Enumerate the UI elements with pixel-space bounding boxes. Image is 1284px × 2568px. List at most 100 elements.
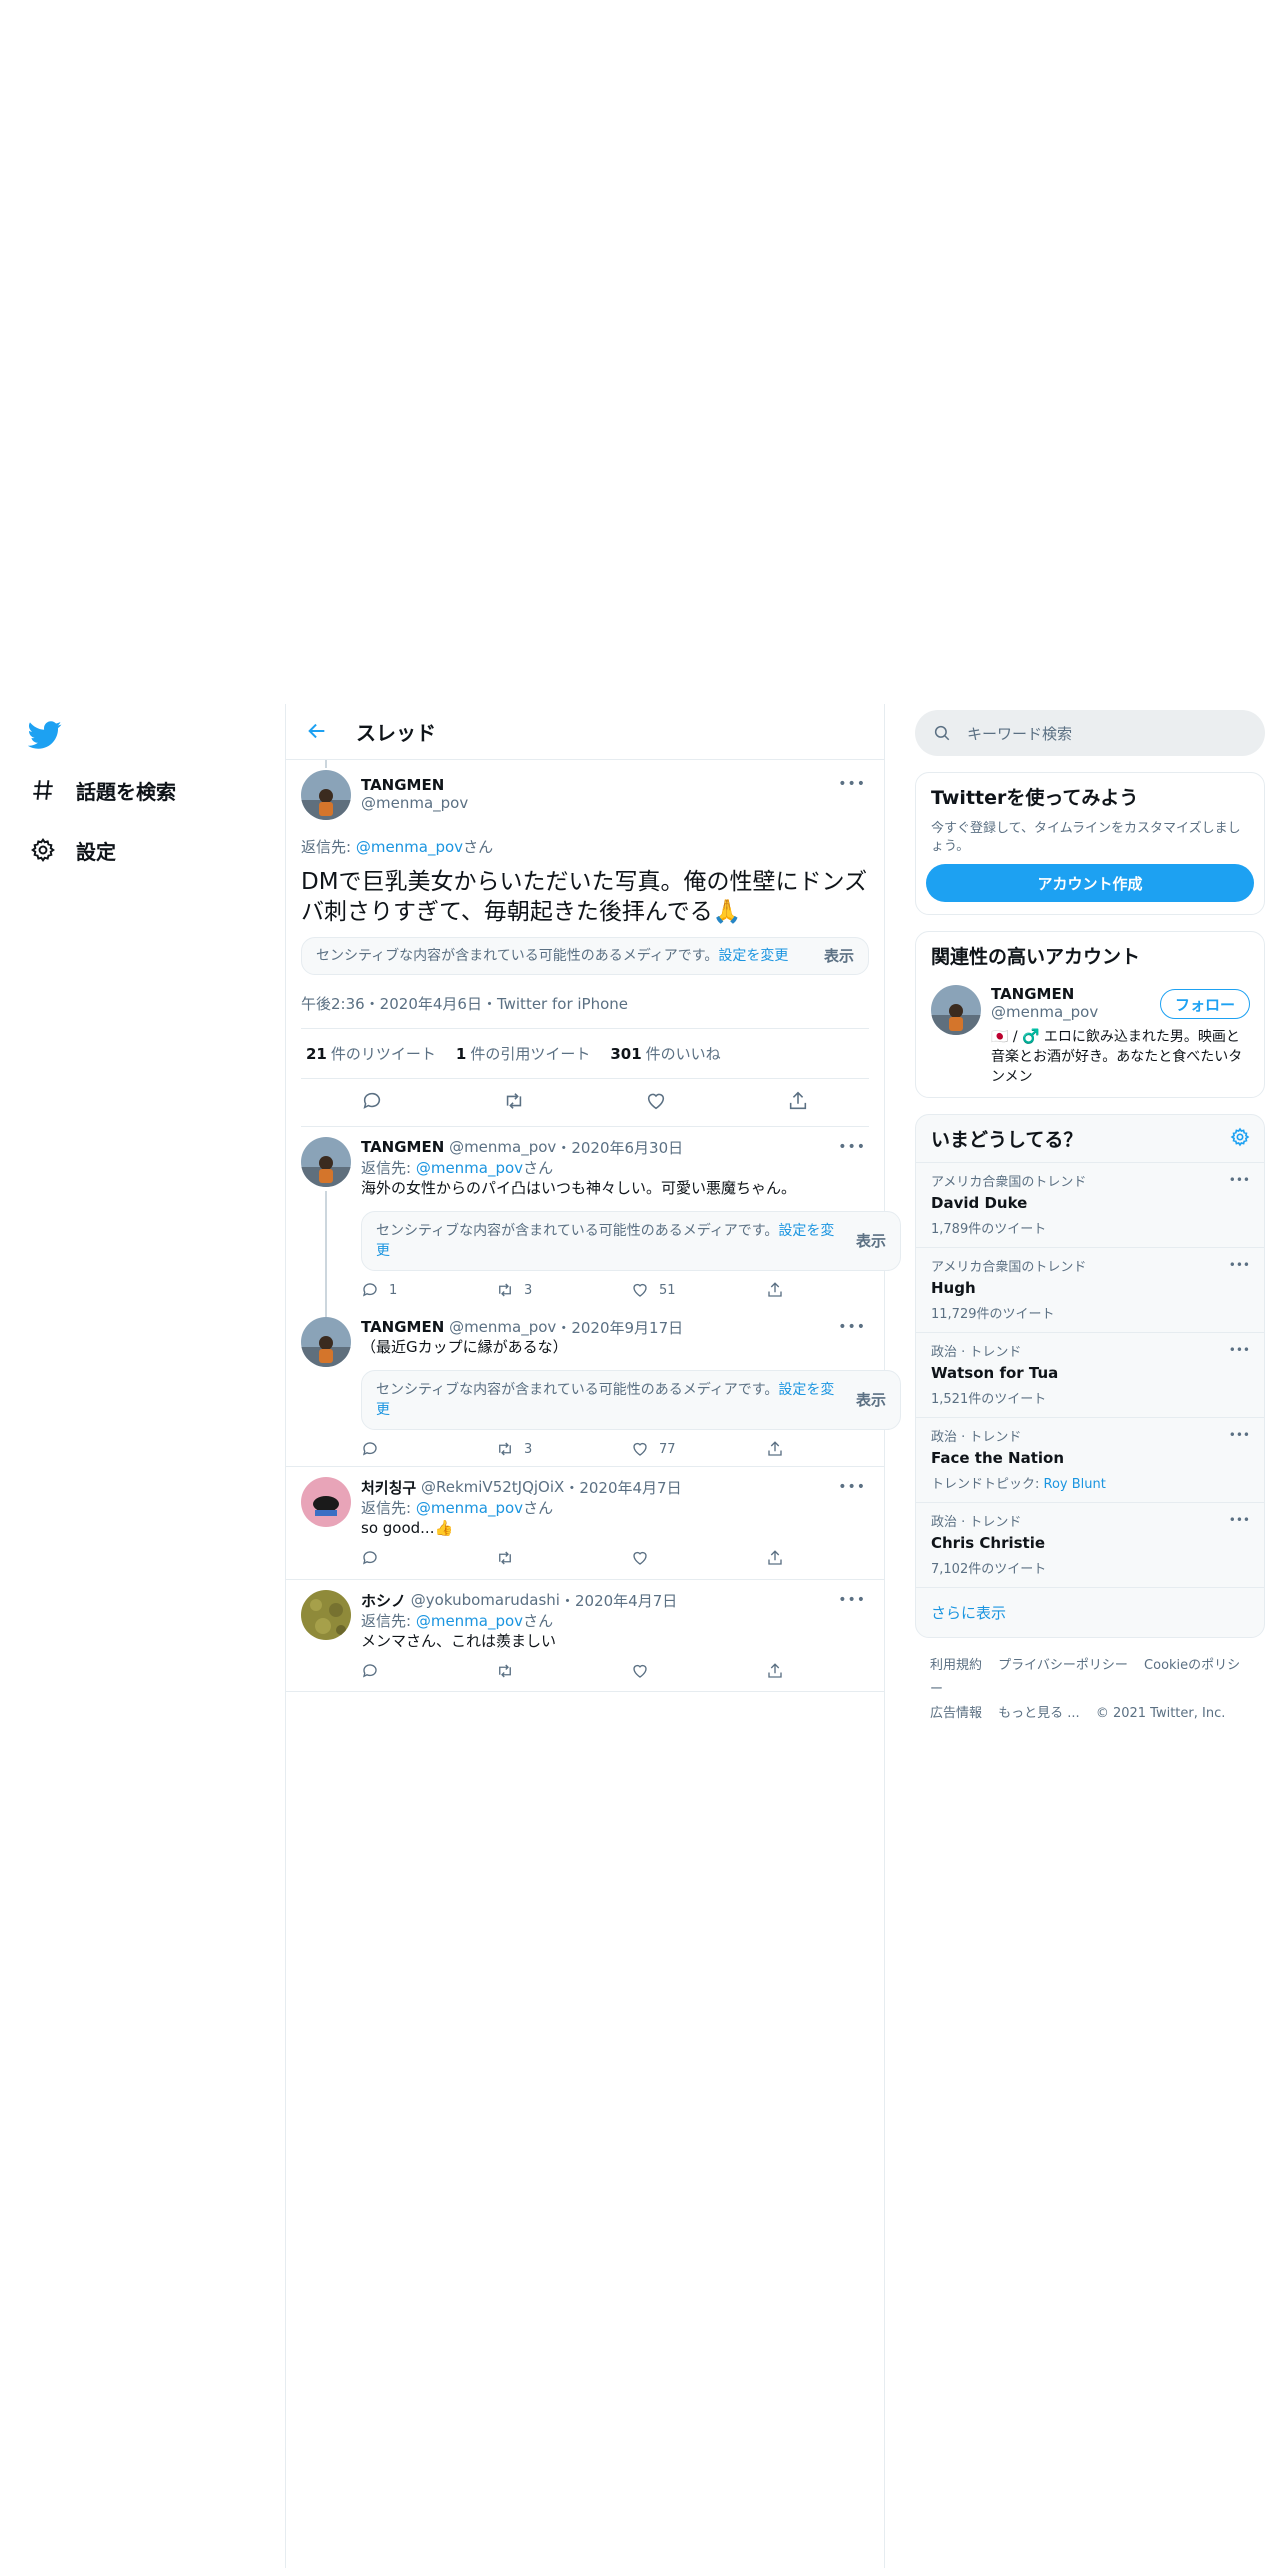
- retweet-action[interactable]: 3: [496, 1440, 631, 1458]
- terms-link[interactable]: 利用規約: [930, 1658, 982, 1673]
- like-action[interactable]: 77: [631, 1440, 766, 1458]
- retweet-icon: [499, 1664, 511, 1678]
- tweet-actions: [361, 1539, 901, 1577]
- author-handle[interactable]: @menma_pov: [449, 1318, 556, 1336]
- show-media-button[interactable]: 表示: [824, 946, 854, 966]
- share-action[interactable]: [766, 1549, 901, 1567]
- reply-action[interactable]: [361, 1549, 496, 1567]
- more-options-icon[interactable]: •••: [838, 1592, 866, 1608]
- author-handle[interactable]: @RekmiV52tJQjOiX: [421, 1478, 564, 1496]
- author-handle[interactable]: @yokubomarudashi: [411, 1591, 560, 1609]
- retweet-action[interactable]: [496, 1549, 631, 1567]
- quote-count[interactable]: 1 件の引用ツイート: [456, 1043, 590, 1064]
- avatar[interactable]: [931, 985, 981, 1035]
- reply-icon: [362, 1664, 377, 1678]
- like-action[interactable]: [631, 1662, 766, 1680]
- back-arrow-icon[interactable]: [306, 720, 330, 744]
- reply-action[interactable]: [361, 1440, 496, 1458]
- more-options-icon[interactable]: •••: [838, 1139, 866, 1155]
- author-name[interactable]: 처키칭구: [361, 1477, 416, 1498]
- follow-button[interactable]: フォロー: [1159, 989, 1250, 1019]
- reply-to-link[interactable]: @menma_pov: [416, 1159, 523, 1177]
- show-more-link[interactable]: さらに表示: [916, 1587, 1264, 1637]
- tweet-meta: 午後2:36・2020年4月6日・Twitter for iPhone: [301, 993, 869, 1029]
- like-action[interactable]: 51: [631, 1281, 766, 1299]
- tweet-date[interactable]: 2020年4月7日: [575, 1590, 677, 1611]
- trend-item[interactable]: アメリカ合衆国のトレンド Hugh 11,729件のツイート •••: [916, 1247, 1264, 1332]
- author-handle[interactable]: @menma_pov: [361, 794, 468, 812]
- create-account-button[interactable]: アカウント作成: [926, 864, 1254, 902]
- more-options-icon[interactable]: •••: [1229, 1513, 1250, 1527]
- retweet-icon[interactable]: [503, 1090, 525, 1116]
- search-input[interactable]: キーワード検索: [915, 710, 1265, 756]
- tweet-text: DMで巨乳美女からいただいた写真。俺の性壁にドンズバ刺さりすぎて、毎朝起きた後拝…: [301, 869, 868, 925]
- tweet-date[interactable]: 2020年9月17日: [571, 1317, 683, 1338]
- like-icon[interactable]: [645, 1090, 667, 1116]
- reply-action[interactable]: 1: [361, 1281, 496, 1299]
- signup-title: Twitterを使ってみよう: [931, 787, 1139, 809]
- author-handle[interactable]: @menma_pov: [449, 1138, 556, 1156]
- privacy-link[interactable]: プライバシーポリシー: [998, 1658, 1128, 1673]
- more-options-icon[interactable]: •••: [1229, 1428, 1250, 1442]
- nav-settings-label: 設定: [76, 839, 116, 864]
- author-name[interactable]: ホシノ: [361, 1590, 406, 1611]
- more-options-icon[interactable]: •••: [838, 776, 866, 792]
- reply-tweet[interactable]: TANGMEN @menma_pov ・ 2020年6月30日 返信先: @menm…: [286, 1127, 901, 1319]
- avatar[interactable]: [301, 770, 351, 820]
- gear-icon[interactable]: [1230, 1127, 1250, 1151]
- avatar[interactable]: [301, 1317, 351, 1367]
- like-count[interactable]: 301 件のいいね: [610, 1043, 720, 1064]
- more-options-icon[interactable]: •••: [1229, 1343, 1250, 1357]
- retweet-action[interactable]: 3: [496, 1281, 631, 1299]
- reply-tweet[interactable]: TANGMEN @menma_pov ・ 2020年9月17日 （最近Gカップに縁が…: [286, 1307, 901, 1467]
- related-title: 関連性の高いアカウント: [931, 946, 1141, 968]
- share-action[interactable]: [766, 1440, 901, 1458]
- ads-link[interactable]: 広告情報: [930, 1706, 982, 1721]
- retweet-count[interactable]: 21 件のリツイート: [306, 1043, 436, 1064]
- trend-item[interactable]: アメリカ合衆国のトレンド David Duke 1,789件のツイート •••: [916, 1162, 1264, 1247]
- trend-topic-link[interactable]: Roy Blunt: [1044, 1477, 1106, 1492]
- avatar[interactable]: [301, 1590, 351, 1640]
- reply-to-link[interactable]: @menma_pov: [416, 1499, 523, 1517]
- reply-action[interactable]: [361, 1662, 496, 1680]
- author-name[interactable]: TANGMEN: [361, 1318, 444, 1336]
- show-media-button[interactable]: 表示: [856, 1390, 886, 1410]
- trend-item[interactable]: 政治 · トレンド Face the Nation トレンドトピック: Roy …: [916, 1417, 1264, 1502]
- retweet-icon: [499, 1283, 511, 1297]
- more-options-icon[interactable]: •••: [838, 1479, 866, 1495]
- tweet-actions: 3 77: [361, 1430, 901, 1468]
- reply-to: 返信先: @menma_povさん: [361, 1159, 554, 1177]
- reply-to-link[interactable]: @menma_pov: [356, 838, 463, 856]
- nav-settings[interactable]: 設定: [28, 830, 116, 870]
- share-action[interactable]: [766, 1281, 901, 1299]
- author-name[interactable]: TANGMEN: [361, 1138, 444, 1156]
- more-options-icon[interactable]: •••: [1229, 1258, 1250, 1272]
- more-options-icon[interactable]: •••: [838, 1319, 866, 1335]
- reply-tweet[interactable]: ホシノ @yokubomarudashi ・ 2020年4月7日 返信先: @men…: [286, 1580, 884, 1692]
- retweet-action[interactable]: [496, 1662, 631, 1680]
- author-name[interactable]: TANGMEN: [361, 776, 468, 794]
- trend-item[interactable]: 政治 · トレンド Watson for Tua 1,521件のツイート •••: [916, 1332, 1264, 1417]
- like-action[interactable]: [631, 1549, 766, 1567]
- share-action[interactable]: [766, 1662, 901, 1680]
- share-icon[interactable]: [787, 1090, 809, 1116]
- trend-item[interactable]: 政治 · トレンド Chris Christie 7,102件のツイート •••: [916, 1502, 1264, 1587]
- trend-name: Hugh: [931, 1279, 976, 1297]
- avatar[interactable]: [301, 1137, 351, 1187]
- reply-icon[interactable]: [361, 1090, 383, 1116]
- retweet-icon: [499, 1442, 511, 1456]
- trends-title: いまどうしてる？: [931, 1129, 1083, 1151]
- show-media-button[interactable]: 表示: [856, 1231, 886, 1251]
- reply-to-link[interactable]: @menma_pov: [416, 1612, 523, 1630]
- reply-tweet[interactable]: 처키칭구 @RekmiV52tJQjOiX ・ 2020年4月7日 返信先: @me…: [286, 1467, 884, 1580]
- more-link[interactable]: もっと見る ...: [998, 1706, 1080, 1721]
- tweet-text: so good...👍: [361, 1519, 454, 1537]
- more-options-icon[interactable]: •••: [1229, 1173, 1250, 1187]
- avatar[interactable]: [301, 1477, 351, 1527]
- related-account[interactable]: TANGMEN @menma_pov 🇯🇵 / ♂️ エロに飲み込まれた男。映画…: [916, 979, 1264, 1097]
- tweet-date[interactable]: 2020年6月30日: [571, 1137, 683, 1158]
- change-settings-link[interactable]: 設定を変更: [718, 948, 788, 964]
- twitter-logo-icon[interactable]: [27, 718, 62, 752]
- nav-explore[interactable]: 話題を検索: [28, 770, 176, 810]
- tweet-date[interactable]: 2020年4月7日: [579, 1477, 681, 1498]
